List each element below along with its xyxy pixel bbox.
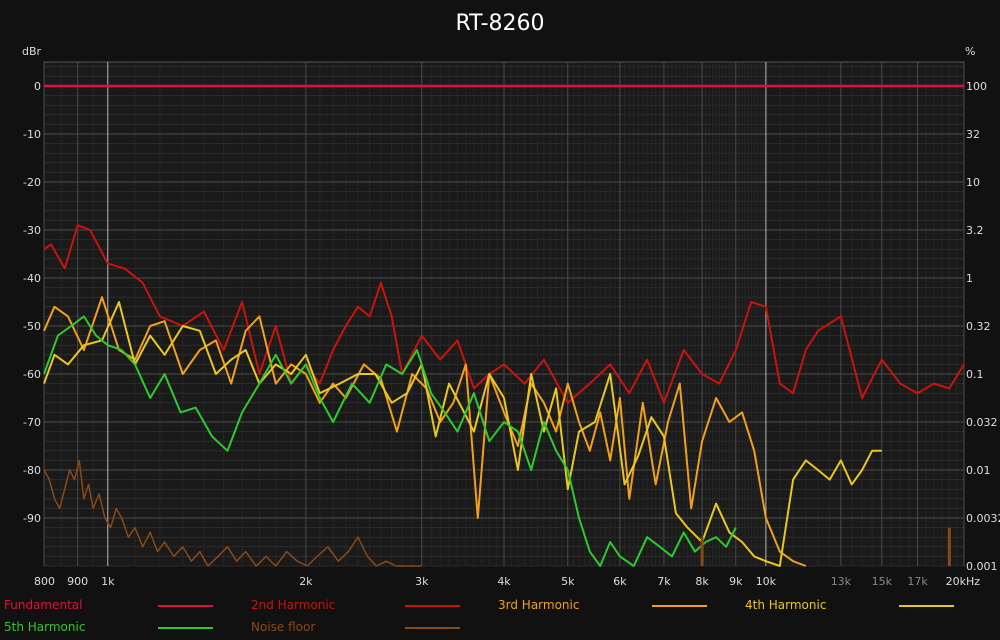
legend-label: 2nd Harmonic bbox=[251, 598, 336, 612]
x-tick-label: 800 bbox=[34, 575, 55, 588]
y-tick-label-left: -20 bbox=[23, 176, 41, 189]
chart: RT-8260 dBr % 0 -10 -20 -30 -40 -50 -60 -70 -80 -… bbox=[22, 11, 1000, 588]
legend-swatch bbox=[158, 605, 213, 607]
y-tick-label-left: -60 bbox=[23, 368, 41, 381]
legend-swatch bbox=[405, 605, 460, 607]
legend: Fundamental 2nd Harmonic 3rd Harmonic 4th H… bbox=[0, 594, 1000, 640]
legend-label: 3rd Harmonic bbox=[498, 598, 580, 612]
y-tick-label-left: -80 bbox=[23, 464, 41, 477]
legend-item: 2nd Harmonic bbox=[251, 594, 335, 616]
legend-swatch bbox=[899, 605, 954, 607]
y-tick-label-right: 3.2 bbox=[966, 224, 984, 237]
y-tick-label-left: -70 bbox=[23, 416, 41, 429]
legend-item: 4th Harmonic bbox=[745, 594, 826, 616]
legend-item: 3rd Harmonic bbox=[498, 594, 579, 616]
y-tick-label-left: -10 bbox=[23, 128, 41, 141]
x-tick-label: 9k bbox=[729, 575, 743, 588]
x-tick-label: 7k bbox=[657, 575, 671, 588]
x-tick-label: 4k bbox=[497, 575, 511, 588]
x-tick-label: 900 bbox=[67, 575, 88, 588]
legend-item: Noise floor bbox=[251, 616, 315, 638]
y-tick-label-right: 0.032 bbox=[966, 416, 998, 429]
chart-title: RT-8260 bbox=[455, 11, 544, 36]
legend-item: 5th Harmonic bbox=[4, 616, 85, 638]
y-tick-label-right: 0.01 bbox=[966, 464, 991, 477]
x-tick-label: 13k bbox=[831, 575, 852, 588]
y-tick-label-right: 0.0032 bbox=[966, 512, 1000, 525]
y-tick-label-left: -30 bbox=[23, 224, 41, 237]
y-tick-label-right: 1 bbox=[966, 272, 973, 285]
y-tick-label-left: -90 bbox=[23, 512, 41, 525]
legend-label: Fundamental bbox=[4, 598, 83, 612]
x-tick-label: 1k bbox=[101, 575, 115, 588]
y-axis-right-unit: % bbox=[965, 45, 975, 58]
y-tick-label-left: -40 bbox=[23, 272, 41, 285]
legend-label: Noise floor bbox=[251, 620, 316, 634]
x-tick-label: 2k bbox=[299, 575, 313, 588]
y-tick-label-right: 0.1 bbox=[966, 368, 984, 381]
legend-item: Fundamental bbox=[4, 594, 83, 616]
x-tick-label: 5k bbox=[561, 575, 575, 588]
legend-swatch bbox=[405, 627, 460, 629]
y-tick-label-left: -50 bbox=[23, 320, 41, 333]
y-tick-label-left: 0 bbox=[34, 80, 41, 93]
x-tick-label: 20kHz bbox=[946, 575, 981, 588]
legend-label: 5th Harmonic bbox=[4, 620, 86, 634]
x-tick-label: 10k bbox=[756, 575, 777, 588]
x-tick-label: 3k bbox=[415, 575, 429, 588]
y-tick-label-right: 32 bbox=[966, 128, 980, 141]
y-tick-label-right: 10 bbox=[966, 176, 980, 189]
x-tick-label: 8k bbox=[695, 575, 709, 588]
grid bbox=[43, 61, 965, 567]
y-tick-label-right: 0.001 bbox=[966, 560, 998, 573]
legend-swatch bbox=[158, 627, 213, 629]
y-tick-label-right: 0.32 bbox=[966, 320, 991, 333]
y-axis-left-unit: dBr bbox=[22, 45, 42, 58]
y-tick-label-right: 100 bbox=[966, 80, 987, 93]
x-tick-label: 6k bbox=[613, 575, 627, 588]
legend-label: 4th Harmonic bbox=[745, 598, 827, 612]
legend-swatch bbox=[652, 605, 707, 607]
x-tick-label: 15k bbox=[872, 575, 893, 588]
x-tick-label: 17k bbox=[907, 575, 928, 588]
